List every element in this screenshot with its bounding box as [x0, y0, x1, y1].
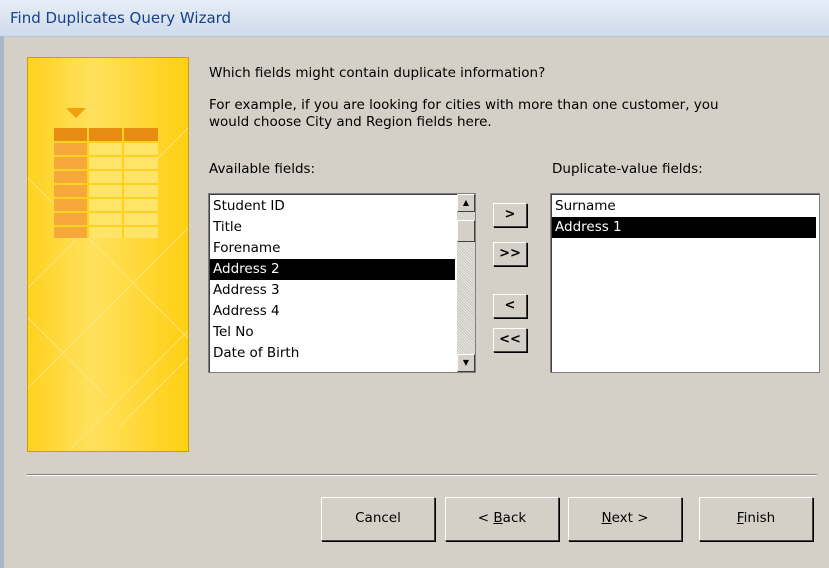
- example-line-2: would choose City and Region fields here…: [209, 114, 492, 130]
- duplicate-fields-label: Duplicate-value fields:: [552, 161, 703, 177]
- next-rest: ext >: [611, 510, 649, 526]
- available-fields-label: Available fields:: [209, 161, 316, 177]
- next-mnemonic: N: [601, 510, 612, 526]
- scroll-up-button[interactable]: ▲: [457, 194, 475, 212]
- remove-field-button[interactable]: <: [493, 294, 527, 318]
- next-button[interactable]: Next >: [568, 497, 682, 541]
- window-title: Find Duplicates Query Wizard: [10, 9, 232, 27]
- list-item[interactable]: Student ID: [210, 196, 455, 217]
- finish-button[interactable]: Finish: [699, 497, 813, 541]
- available-fields-scrollbar[interactable]: ▲ ▼: [457, 194, 475, 372]
- finish-rest: inish: [743, 510, 776, 526]
- scroll-down-button[interactable]: ▼: [457, 354, 475, 372]
- back-rest: ack: [502, 510, 527, 526]
- scroll-thumb[interactable]: [457, 220, 475, 242]
- separator: [27, 474, 817, 476]
- wizard-window: Find Duplicates Query Wizard Which field…: [0, 0, 829, 568]
- back-prefix: <: [477, 510, 494, 526]
- list-item[interactable]: Address 3: [210, 280, 455, 301]
- title-bar[interactable]: Find Duplicates Query Wizard: [0, 0, 829, 37]
- list-item[interactable]: Address 4: [210, 301, 455, 322]
- add-all-fields-button[interactable]: >>: [493, 242, 527, 266]
- remove-all-fields-button[interactable]: <<: [493, 328, 527, 352]
- wizard-illustration: [27, 57, 189, 452]
- window-border: [0, 36, 4, 568]
- cancel-button[interactable]: Cancel: [321, 497, 435, 541]
- finish-mnemonic: F: [736, 510, 744, 526]
- example-line-1: For example, if you are looking for citi…: [209, 97, 719, 113]
- list-item[interactable]: Address 1: [552, 217, 816, 238]
- add-field-button[interactable]: >: [493, 203, 527, 227]
- question-text: Which fields might contain duplicate inf…: [209, 65, 546, 81]
- available-fields-list[interactable]: Student ID Title Forename Address 2 Address …: [208, 193, 476, 373]
- list-item[interactable]: Surname: [552, 196, 816, 217]
- list-item[interactable]: Tel No: [210, 322, 455, 343]
- back-mnemonic: B: [493, 510, 503, 526]
- list-item[interactable]: Date of Birth: [210, 343, 455, 364]
- list-item[interactable]: Title: [210, 217, 455, 238]
- duplicate-fields-list[interactable]: Surname Address 1: [550, 193, 820, 373]
- example-text: For example, if you are looking for citi…: [209, 97, 789, 131]
- back-button[interactable]: < Back: [445, 497, 559, 541]
- list-item[interactable]: Forename: [210, 238, 455, 259]
- list-item[interactable]: Address 2: [210, 259, 455, 280]
